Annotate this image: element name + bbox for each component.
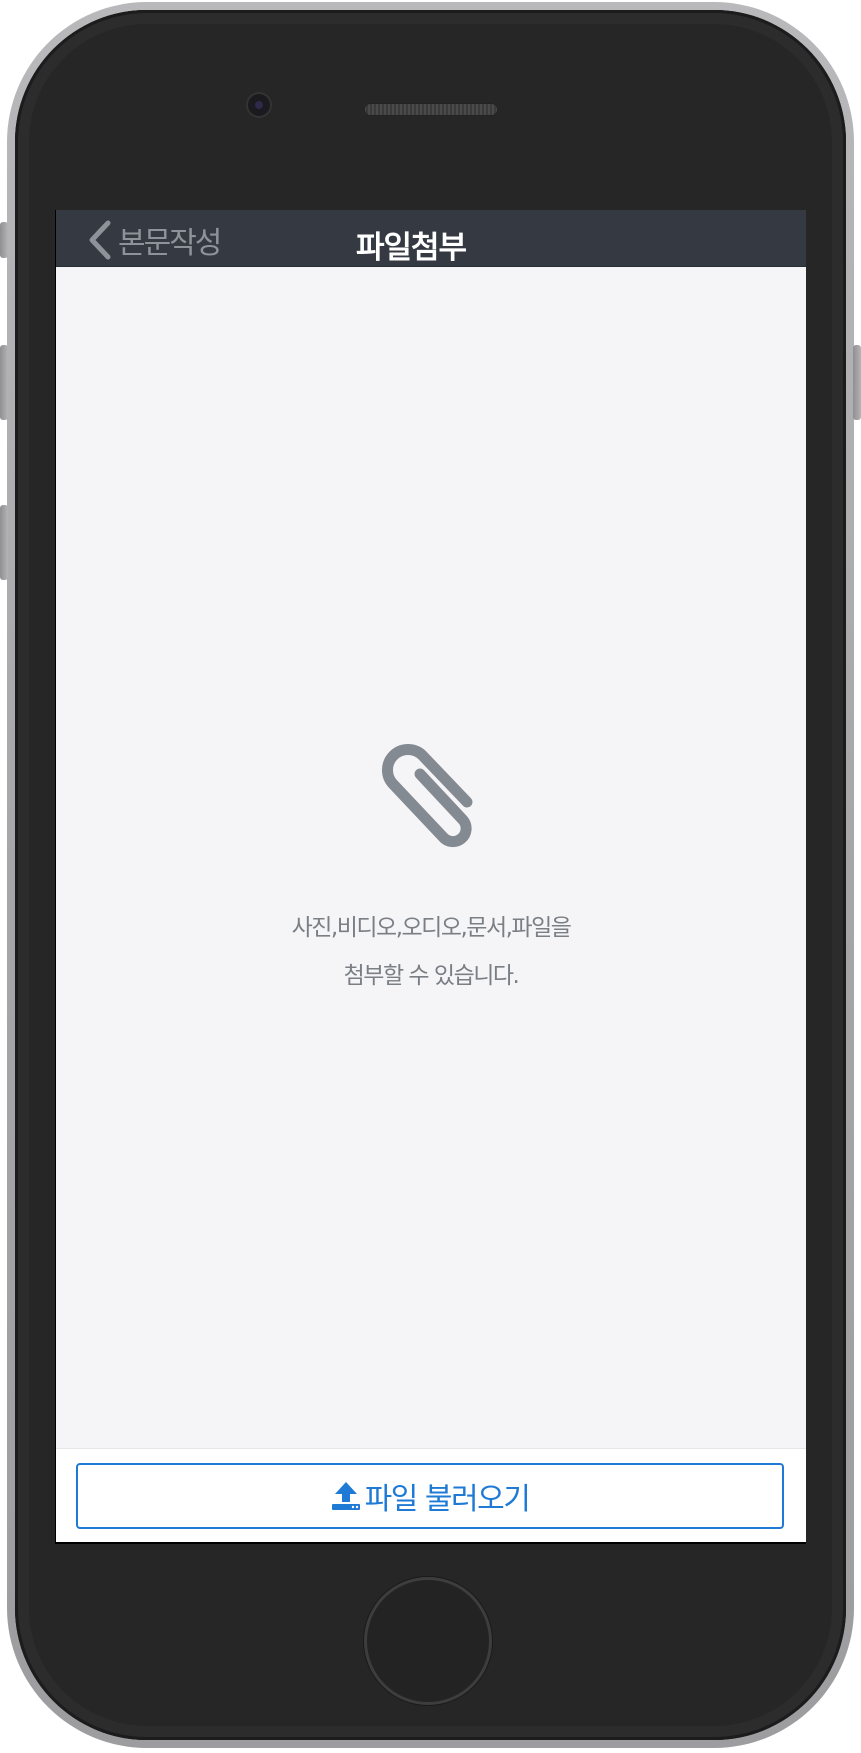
side-button-mute — [0, 222, 8, 258]
upload-icon — [331, 1482, 360, 1510]
front-camera — [248, 94, 270, 116]
empty-state-line-1: 사진,비디오,오디오,문서,파일을 — [291, 915, 572, 941]
attachment-empty-area: 사진,비디오,오디오,문서,파일을 첨부할 수 있습니다. — [56, 266, 806, 1448]
side-button-power — [853, 345, 861, 420]
page-title: 파일첨부 — [355, 230, 467, 266]
empty-state-message: 사진,비디오,오디오,문서,파일을 첨부할 수 있습니다. — [56, 904, 806, 1000]
earpiece-speaker — [364, 103, 498, 116]
bottom-toolbar: 파일 불러오기 — [56, 1448, 806, 1542]
load-file-label: 파일 불러오기 — [364, 1482, 531, 1517]
navigation-bar: 본문작성 파일첨부 — [56, 210, 806, 267]
load-file-button[interactable]: 파일 불러오기 — [76, 1463, 784, 1529]
side-button-volume-down — [0, 505, 8, 580]
app-screen: 본문작성 파일첨부 사진,비디오,오디오,문서,파일을 첨부할 수 있습니다. … — [55, 210, 806, 1544]
paperclip-icon — [382, 744, 473, 848]
empty-state-line-2: 첨부할 수 있습니다. — [343, 963, 520, 989]
side-button-volume-up — [0, 345, 8, 420]
home-button[interactable] — [364, 1577, 492, 1705]
